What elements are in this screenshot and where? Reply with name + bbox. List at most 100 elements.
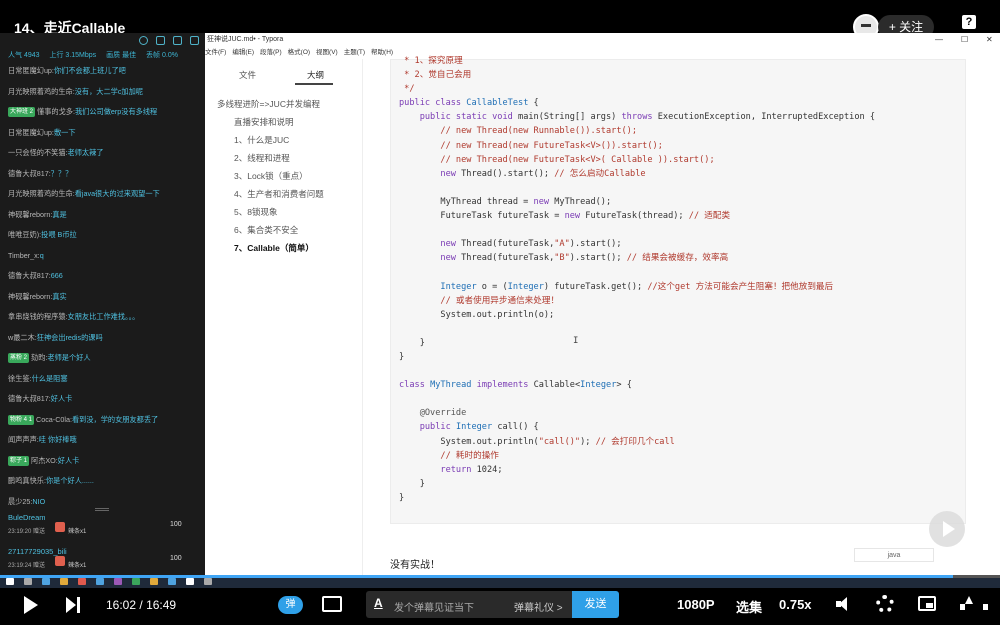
chat-text: q [39, 250, 44, 260]
fan-badge: 物粉 4 1 [8, 414, 35, 425]
outline-item[interactable]: 5、8锁现象 [205, 203, 363, 221]
next-video-button[interactable] [929, 511, 965, 547]
chat-username[interactable]: 神砚馨reborn: [8, 292, 52, 301]
taskbar-app-icon[interactable] [132, 578, 140, 585]
taskbar-app-icon[interactable] [42, 578, 50, 585]
chat-message: 徐生鉴:什么是阻塞 [0, 369, 205, 390]
chat-message: 一只会怪的不笑猫:老师太辣了 [0, 143, 205, 164]
chat-username[interactable]: 鹏鸣真快乐: [8, 476, 46, 485]
chat-username[interactable]: 德鲁大叔817: [8, 394, 51, 403]
chat-message: 粽子 1 阿杰XO:好人卡 [0, 451, 205, 472]
code-text: * 1、探究原理 * 2、觉自己会用 */ public class Calla… [399, 56, 876, 503]
chat-username[interactable]: Coca-C0la: [36, 415, 72, 424]
outline-item[interactable]: 3、Lock锁（重点） [205, 167, 363, 185]
chat-username[interactable]: 拿串烧钱的程序猿: [8, 312, 68, 321]
play-icon[interactable] [24, 596, 38, 614]
chat-username[interactable]: 月光映照着鸡的生命: [8, 87, 75, 96]
chat-username[interactable]: 闻声声声: [8, 435, 39, 444]
chat-text: 看到没，学的女朋友都丢了 [71, 414, 159, 424]
progress-bar[interactable] [0, 575, 1000, 578]
danmaku-etiquette-link[interactable]: 弹幕礼仪 > [514, 599, 563, 614]
current-time: 16:02 [106, 598, 137, 612]
taskbar-app-icon[interactable] [60, 578, 68, 585]
chat-message: 拿串烧钱的程序猿:女朋友比工作难找。。。 [0, 307, 205, 328]
taskbar-app-icon[interactable] [78, 578, 86, 585]
minimize-icon[interactable]: — [935, 33, 943, 46]
text-cursor-icon: I [573, 336, 579, 346]
menu-item[interactable]: 视图(V) [316, 49, 338, 56]
popout-icon[interactable] [173, 36, 182, 45]
outline-item[interactable]: 1、什么是JUC [205, 131, 363, 149]
speed-button[interactable]: 0.75x [779, 597, 812, 612]
playback-time: 16:02 / 16:49 [106, 598, 176, 612]
episodes-button[interactable]: 选集 [736, 597, 762, 616]
chat-message: 日常匿魔幻up:你们不会都上班儿了吧 [0, 61, 205, 82]
chat-message: 德鲁大叔817:好人卡 [0, 389, 205, 410]
menu-item[interactable]: 编辑(E) [232, 49, 254, 56]
code-block[interactable]: * 1、探究原理 * 2、觉自己会用 */ public class Calla… [390, 56, 966, 524]
chat-message: w最二木:狂神会出redis的课吗 [0, 328, 205, 349]
lock-icon[interactable] [190, 36, 199, 45]
chat-username[interactable]: w最二木: [8, 333, 37, 342]
menu-item[interactable]: 格式(O) [288, 49, 310, 56]
volume-icon[interactable] [836, 597, 850, 611]
chat-username[interactable]: 神砚馨reborn: [8, 210, 52, 219]
danmaku-toggle[interactable]: 弹 [278, 596, 303, 614]
outline-item[interactable]: 直播安排和说明 [205, 113, 363, 131]
chat-username[interactable]: 懂事的戈多: [37, 107, 75, 116]
gear-icon[interactable] [876, 595, 894, 613]
chat-username[interactable]: 唯唯豆奶): [8, 230, 41, 239]
chat-username[interactable]: 德鲁大叔817: [8, 169, 51, 178]
taskbar-app-icon[interactable] [114, 578, 122, 585]
danmaku-settings-icon[interactable] [322, 596, 342, 612]
chat-username[interactable]: 德鲁大叔817: [8, 271, 51, 280]
chat-username[interactable]: 日常匿魔幻up: [8, 128, 54, 137]
chat-username[interactable]: 晨少25: [8, 497, 32, 506]
outline-item[interactable]: 7、Callable（简单） [205, 239, 363, 257]
outline-heading[interactable]: 多线程进阶=>JUC并发编程 [205, 95, 363, 113]
maximize-icon[interactable]: ☐ [961, 33, 968, 46]
menu-item[interactable]: 文件(F) [205, 49, 226, 56]
chat-text: 老师是个好人 [47, 353, 91, 362]
code-language-field[interactable]: java [854, 548, 934, 562]
quality-button[interactable]: 1080P [677, 597, 715, 612]
tab-outline[interactable]: 大纲 [307, 69, 324, 81]
gear-icon[interactable] [139, 36, 148, 45]
editor[interactable]: * 1、探究原理 * 2、觉自己会用 */ public class Calla… [364, 56, 1000, 575]
outline-item[interactable]: 6、集合类不安全 [205, 221, 363, 239]
chat-username[interactable]: 一只会怪的不笑猫: [8, 148, 68, 157]
outline-item[interactable]: 2、线程和进程 [205, 149, 363, 167]
chat-message: 月光映照着鸡的生命:看java很大的过来观望一下 [0, 184, 205, 205]
menu-item[interactable]: 帮助(H) [371, 49, 393, 56]
chat-username[interactable]: 阿杰XO: [31, 456, 58, 465]
chat-username[interactable]: 月光映照着鸡的生命: [8, 189, 75, 198]
menu-item[interactable]: 主题(T) [344, 49, 365, 56]
chat-username[interactable]: 日常匿魔幻up: [8, 66, 54, 75]
tab-file[interactable]: 文件 [239, 69, 256, 81]
chat-username[interactable]: 徐生鉴: [8, 374, 32, 383]
fullscreen-icon[interactable] [960, 596, 988, 612]
taskbar-app-icon[interactable] [6, 578, 14, 585]
taskbar-app-icon[interactable] [150, 578, 158, 585]
font-style-icon[interactable]: A [374, 596, 383, 610]
send-button[interactable]: 发送 [572, 591, 619, 618]
taskbar-app-icon[interactable] [24, 578, 32, 585]
home-icon[interactable] [156, 36, 165, 45]
next-icon[interactable] [66, 597, 80, 613]
gift-count: 100 [170, 521, 182, 528]
help-icon[interactable]: ? [962, 15, 976, 29]
danmaku-input[interactable]: A 发个弹幕见证当下 弹幕礼仪 > [366, 591, 572, 618]
chat-text: NIO [32, 496, 46, 506]
taskbar-app-icon[interactable] [96, 578, 104, 585]
taskbar-app-icon[interactable] [168, 578, 176, 585]
picture-in-picture-icon[interactable] [918, 596, 936, 611]
chat-username[interactable]: 劾昀: [31, 353, 47, 362]
chat-message: 唯唯豆奶):投喂 B币拉 [0, 225, 205, 246]
drag-handle[interactable] [95, 508, 109, 511]
taskbar-app-icon[interactable] [186, 578, 194, 585]
chat-username[interactable]: Timber_x: [8, 251, 40, 260]
close-icon[interactable]: ✕ [986, 33, 993, 46]
menu-item[interactable]: 段落(P) [260, 49, 282, 56]
outline-item[interactable]: 4、生产者和消费者问题 [205, 185, 363, 203]
taskbar-app-icon[interactable] [204, 578, 212, 585]
